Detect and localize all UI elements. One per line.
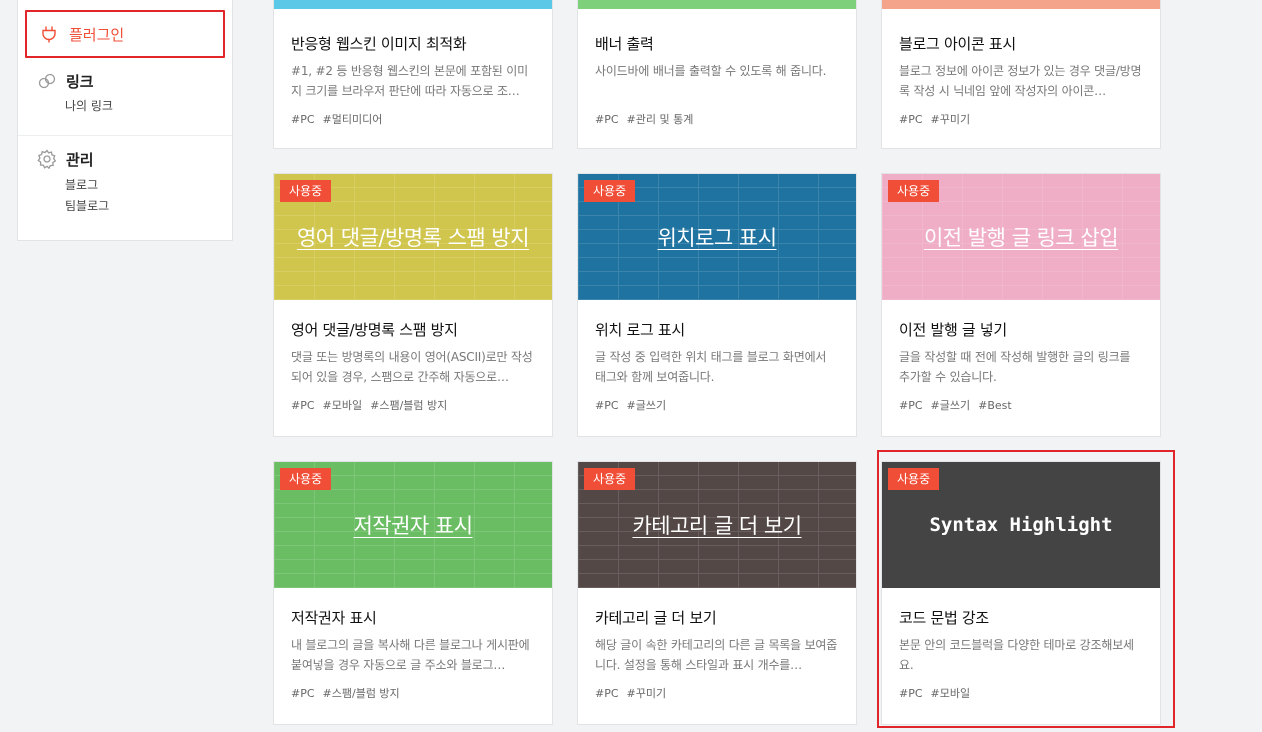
sidebar-item-manage[interactable]: 관리 (18, 148, 232, 170)
tag[interactable]: #PC (899, 399, 923, 412)
plug-icon (39, 24, 59, 44)
card-description: 사이드바에 배너를 출력할 수 있도록 해 줍니다. (595, 64, 827, 78)
card-title: 이전 발행 글 넣기 (899, 321, 1007, 339)
sidebar: 플러그인 링크 나의 링크 관리 블로그 팀블로그 (17, 0, 233, 241)
tag[interactable]: #글쓰기 (931, 399, 971, 412)
card-title: 카테고리 글 더 보기 (595, 609, 717, 627)
tag[interactable]: #스팸/블럼 방지 (370, 399, 447, 412)
plugin-card[interactable]: 사용중 이전 발행 글 링크 삽입 이전 발행 글 넣기 글을 작성할 때 전에… (881, 173, 1161, 437)
card-thumbnail: 사용중 이전 발행 글 링크 삽입 (882, 174, 1160, 300)
card-tags: #PC #글쓰기 #Best (899, 397, 1142, 413)
thumbnail-title: 영어 댓글/방명록 스팸 방지 (296, 226, 530, 250)
tag[interactable]: #꾸미기 (627, 687, 667, 700)
card-thumbnail (882, 0, 1160, 9)
plugin-card[interactable]: 사용중 저작권자 표시 저작권자 표시 내 블로그의 글을 복사해 다른 블로그… (273, 461, 553, 725)
sidebar-item-label: 관리 (66, 150, 94, 169)
sidebar-sub-team-blog[interactable]: 팀블로그 (18, 194, 232, 218)
tag[interactable]: #Best (978, 399, 1012, 412)
card-thumbnail (578, 0, 856, 9)
tag[interactable]: #PC (899, 113, 923, 126)
in-use-badge: 사용중 (584, 180, 636, 202)
in-use-badge: 사용중 (888, 180, 940, 202)
thumbnail-title: 카테고리 글 더 보기 (632, 514, 802, 538)
link-icon (36, 70, 58, 92)
card-description: 댓글 또는 방명록의 내용이 영어(ASCII)로만 작성되어 있을 경우, 스… (291, 350, 533, 384)
plugin-card[interactable]: 배너 출력 사이드바에 배너를 출력할 수 있도록 해 줍니다. #PC #관리 … (577, 0, 857, 149)
tag[interactable]: #글쓰기 (627, 399, 667, 412)
card-thumbnail: 사용중 카테고리 글 더 보기 (578, 462, 856, 588)
tag[interactable]: #PC (595, 399, 619, 412)
sidebar-item-link[interactable]: 링크 (18, 70, 232, 92)
thumbnail-title: 위치로그 표시 (657, 226, 777, 250)
card-thumbnail: 사용중 위치로그 표시 (578, 174, 856, 300)
tag[interactable]: #PC (291, 687, 315, 700)
in-use-badge: 사용중 (280, 180, 332, 202)
card-thumbnail: 사용중 영어 댓글/방명록 스팸 방지 (274, 174, 552, 300)
card-title: 영어 댓글/방명록 스팸 방지 (291, 321, 458, 339)
card-tags: #PC #꾸미기 (899, 111, 1142, 127)
card-title: 반응형 웹스킨 이미지 최적화 (291, 35, 467, 53)
card-description: 해당 글이 속한 카테고리의 다른 글 목록을 보여줍니다. 설정을 통해 스타… (595, 638, 838, 672)
tag[interactable]: #PC (595, 113, 619, 126)
tag[interactable]: #PC (291, 399, 315, 412)
card-description: 내 블로그의 글을 복사해 다른 블로그나 게시판에 붙여넣을 경우 자동으로 … (291, 638, 530, 672)
plugin-card[interactable]: 사용중 영어 댓글/방명록 스팸 방지 영어 댓글/방명록 스팸 방지 댓글 또… (273, 173, 553, 437)
card-tags: #PC #스팸/블럼 방지 (291, 685, 534, 701)
sidebar-group-manage: 관리 블로그 팀블로그 (18, 148, 232, 218)
thumbnail-title: 저작권자 표시 (353, 514, 473, 538)
plugin-card[interactable]: 사용중 위치로그 표시 위치 로그 표시 글 작성 중 입력한 위치 태그를 블… (577, 173, 857, 437)
card-description: 블로그 정보에 아이콘 정보가 있는 경우 댓글/방명록 작성 시 닉네임 앞에… (899, 64, 1142, 98)
card-title: 블로그 아이콘 표시 (899, 35, 1016, 53)
card-tags: #PC #멀티미디어 (291, 111, 534, 127)
in-use-badge: 사용중 (280, 468, 332, 490)
card-tags: #PC #글쓰기 (595, 397, 838, 413)
card-description: 글을 작성할 때 전에 작성해 발행한 글의 링크를 추가할 수 있습니다. (899, 350, 1131, 384)
tag[interactable]: #PC (595, 687, 619, 700)
tag[interactable]: #PC (291, 113, 315, 126)
sidebar-item-label: 플러그인 (69, 25, 125, 44)
card-title: 배너 출력 (595, 35, 654, 53)
plugin-card[interactable]: 반응형 웹스킨 이미지 최적화 #1, #2 등 반응형 웹스킨의 본문에 포함… (273, 0, 553, 149)
plugin-card[interactable]: 사용중 카테고리 글 더 보기 카테고리 글 더 보기 해당 글이 속한 카테고… (577, 461, 857, 725)
sidebar-sub-my-link[interactable]: 나의 링크 (18, 94, 232, 118)
in-use-badge: 사용중 (584, 468, 636, 490)
card-title: 저작권자 표시 (291, 609, 377, 627)
tag[interactable]: #모바일 (323, 399, 363, 412)
card-tags: #PC #꾸미기 (595, 685, 838, 701)
tag[interactable]: #꾸미기 (931, 113, 971, 126)
card-tags: #PC #관리 및 통계 (595, 111, 838, 127)
card-description: #1, #2 등 반응형 웹스킨의 본문에 포함된 이미지 크기를 브라우저 판… (291, 64, 528, 98)
sidebar-group-link: 링크 나의 링크 (18, 70, 232, 136)
card-tags: #PC #모바일 #스팸/블럼 방지 (291, 397, 534, 413)
card-title: 위치 로그 표시 (595, 321, 685, 339)
card-thumbnail: 사용중 저작권자 표시 (274, 462, 552, 588)
tag[interactable]: #관리 및 통계 (627, 113, 694, 126)
card-thumbnail (274, 0, 552, 9)
card-description: 글 작성 중 입력한 위치 태그를 블로그 화면에서 태그와 함께 보여줍니다. (595, 350, 827, 384)
gear-icon (36, 148, 58, 170)
sidebar-item-plugin[interactable]: 플러그인 (25, 10, 225, 58)
thumbnail-title: 이전 발행 글 링크 삽입 (923, 226, 1119, 250)
sidebar-item-label: 링크 (66, 72, 94, 91)
tag[interactable]: #스팸/블럼 방지 (323, 687, 400, 700)
tag[interactable]: #멀티미디어 (323, 113, 383, 126)
selection-highlight (877, 450, 1175, 728)
plugin-card[interactable]: 블로그 아이콘 표시 블로그 정보에 아이콘 정보가 있는 경우 댓글/방명록 … (881, 0, 1161, 149)
